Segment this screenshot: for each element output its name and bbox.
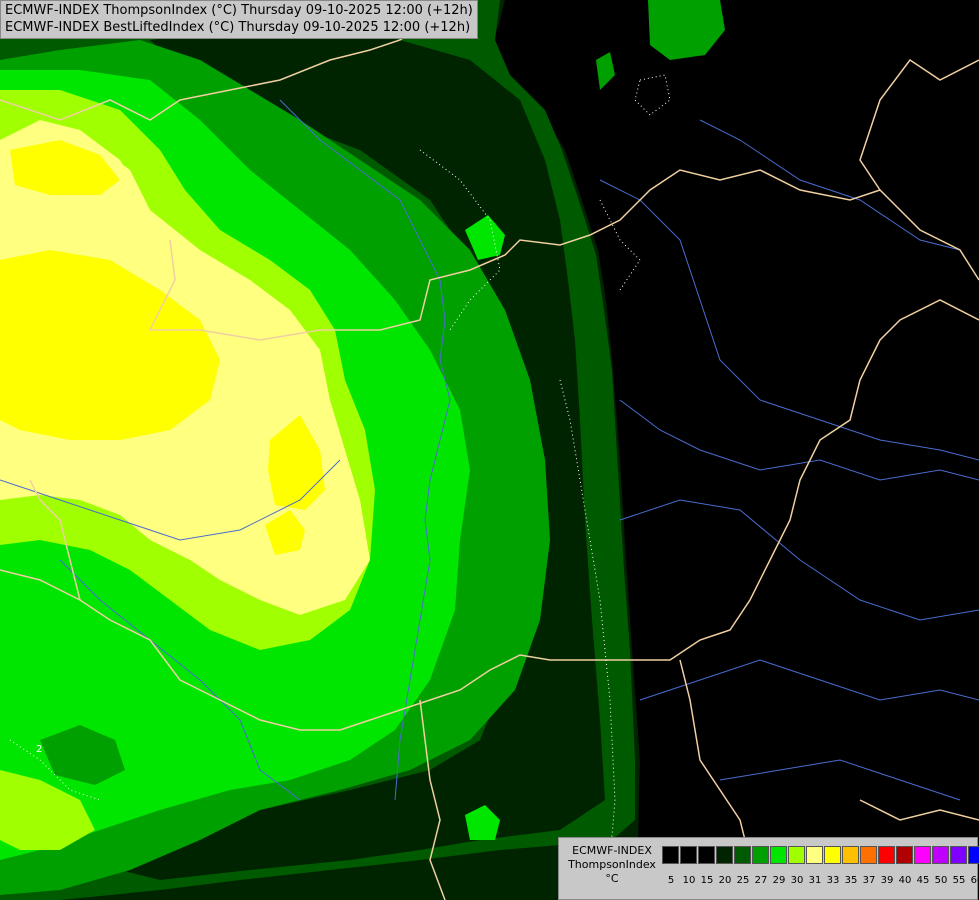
legend-swatch	[662, 846, 679, 864]
legend-label: 45	[916, 875, 930, 886]
legend-swatch	[914, 846, 931, 864]
legend-label: 33	[826, 875, 840, 886]
legend-labels: 5 10 15 20 25 27 29 30 31 33 35 37 39 40 45 50 55 60	[662, 875, 979, 886]
legend-swatch	[860, 846, 877, 864]
legend-model: ECMWF-INDEX	[572, 844, 652, 857]
legend-label: 31	[808, 875, 822, 886]
legend-swatch	[752, 846, 769, 864]
legend-label: 39	[880, 875, 894, 886]
legend-swatch	[734, 846, 751, 864]
legend-swatch	[788, 846, 805, 864]
legend-swatch	[716, 846, 733, 864]
legend-label: 10	[682, 875, 696, 886]
legend-swatch	[950, 846, 967, 864]
legend-swatch	[770, 846, 787, 864]
legend-label: 5	[667, 875, 675, 886]
thompson-index-map: 2	[0, 0, 979, 900]
title-line-1: ECMWF-INDEX ThompsonIndex (°C) Thursday …	[5, 3, 473, 18]
legend-swatch	[842, 846, 859, 864]
color-legend: ECMWF-INDEX ThompsonIndex °C 5 10 15 20 25 27…	[558, 837, 979, 900]
legend-label: 29	[772, 875, 786, 886]
legend-title: ECMWF-INDEX ThompsonIndex °C	[563, 844, 661, 886]
contour-label: 2	[36, 744, 42, 755]
legend-color-bar	[662, 846, 979, 864]
legend-swatch	[698, 846, 715, 864]
legend-label: 40	[898, 875, 912, 886]
legend-swatch	[824, 846, 841, 864]
legend-swatch	[680, 846, 697, 864]
legend-swatch	[878, 846, 895, 864]
legend-label: 60	[970, 875, 979, 886]
map-title: ECMWF-INDEX ThompsonIndex (°C) Thursday …	[0, 0, 478, 39]
legend-label: 50	[934, 875, 948, 886]
legend-unit: °C	[605, 872, 619, 885]
legend-label: 30	[790, 875, 804, 886]
legend-label: 37	[862, 875, 876, 886]
legend-label: 20	[718, 875, 732, 886]
legend-swatch	[932, 846, 949, 864]
legend-label: 55	[952, 875, 966, 886]
legend-swatch	[968, 846, 979, 864]
title-line-2: ECMWF-INDEX BestLiftedIndex (°C) Thursda…	[5, 20, 471, 35]
legend-swatch	[896, 846, 913, 864]
legend-swatch	[806, 846, 823, 864]
legend-label: 35	[844, 875, 858, 886]
legend-parameter: ThompsonIndex	[568, 858, 656, 871]
legend-label: 27	[754, 875, 768, 886]
legend-label: 25	[736, 875, 750, 886]
legend-label: 15	[700, 875, 714, 886]
